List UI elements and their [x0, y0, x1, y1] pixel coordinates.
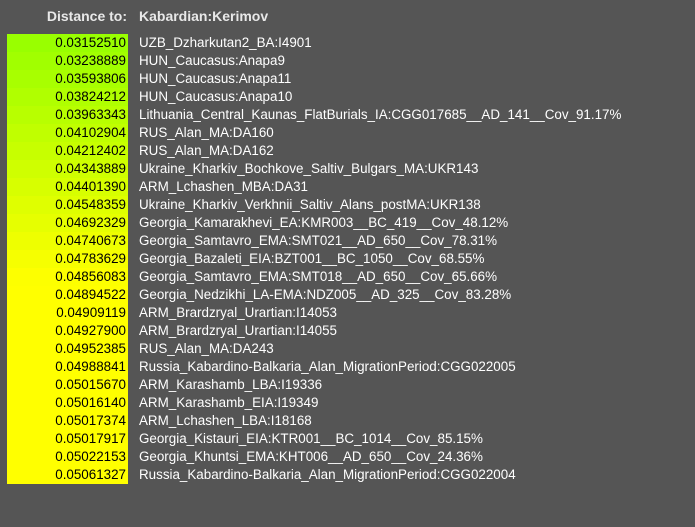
- population-name: RUS_Alan_MA:DA162: [139, 143, 274, 158]
- table-row: 0.04952385 RUS_Alan_MA:DA243: [7, 340, 687, 358]
- distance-value: 0.04401390: [7, 178, 128, 196]
- table-row: 0.04894522 Georgia_Nedzikhi_LA-EMA:NDZ005…: [7, 286, 687, 304]
- distance-value: 0.04952385: [7, 340, 128, 358]
- population-name: Georgia_Kamarakhevi_EA:KMR003__BC_419__C…: [139, 215, 509, 230]
- table-row: 0.05061327 Russia_Kabardino-Balkaria_Alan…: [7, 466, 687, 484]
- population-name: RUS_Alan_MA:DA243: [139, 341, 274, 356]
- distance-to-label: Distance to:: [46, 8, 127, 24]
- table-row: 0.04692329 Georgia_Kamarakhevi_EA:KMR003_…: [7, 214, 687, 232]
- table-row: 0.04856083 Georgia_Samtavro_EMA:SMT018__A…: [7, 268, 687, 286]
- table-row: 0.04401390 ARM_Lchashen_MBA:DA31: [7, 178, 687, 196]
- table-row: 0.04783629 Georgia_Bazaleti_EIA:BZT001__B…: [7, 250, 687, 268]
- population-name: Lithuania_Central_Kaunas_FlatBurials_IA:…: [139, 107, 622, 122]
- table-row: 0.03238889 HUN_Caucasus:Anapa9: [7, 52, 687, 70]
- table-row: 0.03152510 UZB_Dzharkutan2_BA:I4901: [7, 34, 687, 52]
- distance-results-table: 0.03152510 UZB_Dzharkutan2_BA:I4901 0.0323…: [7, 34, 687, 484]
- distance-value: 0.03593806: [7, 70, 128, 88]
- population-name: ARM_Karashamb_LBA:I19336: [139, 377, 323, 392]
- distance-value: 0.05016140: [7, 394, 128, 412]
- population-name: RUS_Alan_MA:DA160: [139, 125, 274, 140]
- distance-value: 0.05017917: [7, 430, 128, 448]
- population-name: ARM_Brardzryal_Urartian:I14055: [139, 323, 337, 338]
- population-name: Georgia_Samtavro_EMA:SMT021__AD_650__Cov…: [139, 233, 498, 248]
- population-name: Georgia_Kistauri_EIA:KTR001__BC_1014__Co…: [139, 431, 483, 446]
- population-name: Georgia_Khuntsi_EMA:KHT006__AD_650__Cov_…: [139, 449, 483, 464]
- table-row: 0.05015670 ARM_Karashamb_LBA:I19336: [7, 376, 687, 394]
- distance-value: 0.04894522: [7, 286, 128, 304]
- table-row: 0.04740673 Georgia_Samtavro_EMA:SMT021__A…: [7, 232, 687, 250]
- population-name: ARM_Karashamb_EIA:I19349: [139, 395, 319, 410]
- table-row: 0.04343889 Ukraine_Kharkiv_Bochkove_Salti…: [7, 160, 687, 178]
- distance-value: 0.03963343: [7, 106, 128, 124]
- distance-value: 0.03824212: [7, 88, 128, 106]
- population-name: ARM_Lchashen_MBA:DA31: [139, 179, 308, 194]
- distance-value: 0.04692329: [7, 214, 128, 232]
- population-name: HUN_Caucasus:Anapa10: [139, 89, 293, 104]
- population-name: Ukraine_Kharkiv_Bochkove_Saltiv_Bulgars_…: [139, 161, 479, 176]
- table-row: 0.04548359 Ukraine_Kharkiv_Verkhnii_Salti…: [7, 196, 687, 214]
- results-header: Distance to: Kabardian:Kerimov: [0, 0, 695, 33]
- table-row: 0.04909119 ARM_Brardzryal_Urartian:I14053: [7, 304, 687, 322]
- population-name: Russia_Kabardino-Balkaria_Alan_Migration…: [139, 359, 516, 374]
- table-row: 0.04102904 RUS_Alan_MA:DA160: [7, 124, 687, 142]
- table-row: 0.04212402 RUS_Alan_MA:DA162: [7, 142, 687, 160]
- table-row: 0.05022153 Georgia_Khuntsi_EMA:KHT006__AD…: [7, 448, 687, 466]
- population-name: UZB_Dzharkutan2_BA:I4901: [139, 35, 312, 50]
- table-row: 0.03963343 Lithuania_Central_Kaunas_FlatB…: [7, 106, 687, 124]
- distance-value: 0.04212402: [7, 142, 128, 160]
- distance-value: 0.05017374: [7, 412, 128, 430]
- population-name: HUN_Caucasus:Anapa9: [139, 53, 285, 68]
- population-name: ARM_Lchashen_LBA:I18168: [139, 413, 312, 428]
- population-name: Georgia_Bazaleti_EIA:BZT001__BC_1050__Co…: [139, 251, 485, 266]
- table-row: 0.05017917 Georgia_Kistauri_EIA:KTR001__B…: [7, 430, 687, 448]
- population-name: Ukraine_Kharkiv_Verkhnii_Saltiv_Alans_po…: [139, 197, 481, 212]
- distance-value: 0.05022153: [7, 448, 128, 466]
- distance-value: 0.04927900: [7, 322, 128, 340]
- table-row: 0.03593806 HUN_Caucasus:Anapa11: [7, 70, 687, 88]
- distance-value: 0.04548359: [7, 196, 128, 214]
- distance-value: 0.05015670: [7, 376, 128, 394]
- table-row: 0.03824212 HUN_Caucasus:Anapa10: [7, 88, 687, 106]
- target-population-name: Kabardian:Kerimov: [139, 8, 269, 24]
- distance-value: 0.04988841: [7, 358, 128, 376]
- distance-value: 0.05061327: [7, 466, 128, 484]
- population-name: Russia_Kabardino-Balkaria_Alan_Migration…: [139, 467, 516, 482]
- population-name: Georgia_Samtavro_EMA:SMT018__AD_650__Cov…: [139, 269, 498, 284]
- population-name: HUN_Caucasus:Anapa11: [139, 71, 292, 86]
- distance-value: 0.04783629: [7, 250, 128, 268]
- distance-value: 0.04343889: [7, 160, 128, 178]
- distance-value: 0.04102904: [7, 124, 128, 142]
- population-name: ARM_Brardzryal_Urartian:I14053: [139, 305, 337, 320]
- distance-value: 0.04740673: [7, 232, 128, 250]
- distance-value: 0.04856083: [7, 268, 128, 286]
- table-row: 0.04927900 ARM_Brardzryal_Urartian:I14055: [7, 322, 687, 340]
- distance-value: 0.03238889: [7, 52, 128, 70]
- population-name: Georgia_Nedzikhi_LA-EMA:NDZ005__AD_325__…: [139, 287, 512, 302]
- distance-value: 0.03152510: [7, 34, 128, 52]
- table-row: 0.04988841 Russia_Kabardino-Balkaria_Alan…: [7, 358, 687, 376]
- table-row: 0.05017374 ARM_Lchashen_LBA:I18168: [7, 412, 687, 430]
- distance-value: 0.04909119: [7, 304, 128, 322]
- table-row: 0.05016140 ARM_Karashamb_EIA:I19349: [7, 394, 687, 412]
